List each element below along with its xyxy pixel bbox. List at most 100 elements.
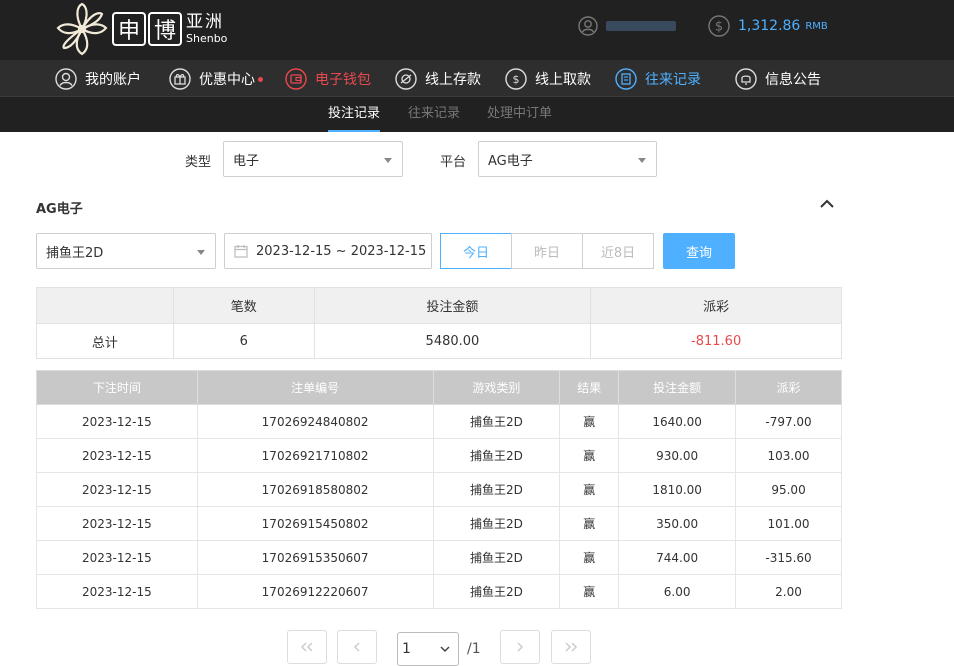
- cell-time: 2023-12-15: [36, 540, 198, 575]
- svg-text:$: $: [513, 73, 520, 86]
- nav-label: 信息公告: [765, 71, 821, 88]
- cell-bet: 1640.00: [618, 404, 737, 439]
- today-button[interactable]: 今日: [440, 233, 512, 269]
- cell-time: 2023-12-15: [36, 574, 198, 609]
- header-bet-time: 下注时间: [36, 370, 198, 405]
- cell-game: 捕鱼王2D: [432, 540, 561, 575]
- logo-text-en: Shenbo: [186, 32, 228, 45]
- game-select[interactable]: 捕鱼王2D: [36, 233, 216, 269]
- page-total: /1: [467, 641, 481, 657]
- query-button[interactable]: 查询: [663, 233, 735, 269]
- cell-payout: 101.00: [735, 506, 842, 541]
- nav-label: 线上取款: [535, 71, 591, 88]
- platform-label: 平台: [440, 155, 467, 170]
- page-select[interactable]: 1: [397, 632, 459, 666]
- bell-icon: [735, 67, 757, 90]
- type-select[interactable]: 电子: [223, 141, 403, 177]
- cell-result: 赢: [559, 404, 620, 439]
- nav-item-promotions[interactable]: 优惠中心: [169, 60, 263, 97]
- summary-row: 总计 6 5480.00 -811.60: [36, 323, 842, 359]
- chevron-down-icon: [197, 250, 205, 255]
- username-masked: [606, 21, 676, 31]
- cell-result: 赢: [559, 506, 620, 541]
- page-select-value: 1: [402, 641, 411, 657]
- balance-display: $ 1,312.86 RMB: [708, 15, 828, 37]
- yesterday-button[interactable]: 昨日: [511, 233, 583, 269]
- balance-amount: 1,312.86: [738, 18, 801, 34]
- platform-select-value: AG电子: [488, 153, 533, 169]
- cell-result: 赢: [559, 438, 620, 473]
- svg-text:$: $: [715, 20, 723, 35]
- bet-records-table: 下注时间 注单编号 游戏类别 结果 投注金额 派彩 2023-12-15 170…: [36, 370, 842, 609]
- table-row: 2023-12-15 17026915450802 捕鱼王2D 赢 350.00…: [36, 506, 842, 541]
- platform-select[interactable]: AG电子: [478, 141, 657, 177]
- cell-id: 17026924840802: [196, 404, 434, 439]
- table-row: 2023-12-15 17026912220607 捕鱼王2D 赢 6.00 2…: [36, 574, 842, 609]
- cell-bet: 744.00: [618, 540, 737, 575]
- cell-payout: -315.60: [735, 540, 842, 575]
- nav-item-e-wallet[interactable]: 电子钱包: [285, 60, 371, 97]
- cell-result: 赢: [559, 574, 620, 609]
- cell-payout: 95.00: [735, 472, 842, 507]
- cell-id: 17026915450802: [196, 506, 434, 541]
- chevron-down-icon: [384, 158, 392, 163]
- site-logo[interactable]: 申 博 亚洲 Shenbo: [54, 2, 227, 56]
- logo-char-1: 申: [112, 12, 146, 46]
- nav-item-online-withdraw[interactable]: $ 线上取款: [505, 60, 591, 97]
- cell-bet: 1810.00: [618, 472, 737, 507]
- nav-item-my-account[interactable]: 我的账户: [55, 60, 141, 97]
- chevron-down-icon: [638, 158, 646, 163]
- chevron-up-icon[interactable]: [818, 197, 836, 211]
- top-header: 申 博 亚洲 Shenbo $ 1,312.86 RMB: [0, 0, 954, 60]
- header-payout: 派彩: [735, 370, 842, 405]
- cell-game: 捕鱼王2D: [432, 438, 561, 473]
- nav-label: 往来记录: [645, 71, 701, 88]
- type-label: 类型: [185, 155, 212, 170]
- dollar-icon: $: [708, 15, 730, 37]
- nav-item-records[interactable]: 往来记录: [615, 60, 701, 97]
- chevron-right-icon: [517, 642, 524, 652]
- balance-unit: RMB: [805, 20, 828, 32]
- tab-bet-records[interactable]: 投注记录: [328, 97, 381, 132]
- table-row: 2023-12-15 17026915350607 捕鱼王2D 赢 744.00…: [36, 540, 842, 575]
- sub-nav: 投注记录 往来记录 处理中订单: [0, 97, 954, 132]
- nav-label: 优惠中心: [199, 69, 263, 89]
- withdraw-icon: $: [505, 67, 527, 90]
- table-row: 2023-12-15 17026924840802 捕鱼王2D 赢 1640.0…: [36, 404, 842, 439]
- chevron-down-icon: [440, 646, 450, 653]
- nav-label-text: 优惠中心: [199, 71, 255, 88]
- detail-header-row: 下注时间 注单编号 游戏类别 结果 投注金额 派彩: [36, 370, 842, 405]
- summary-header-payout: 派彩: [590, 287, 842, 324]
- cell-payout: 2.00: [735, 574, 842, 609]
- nav-item-announcements[interactable]: 信息公告: [735, 60, 821, 97]
- cell-payout: 103.00: [735, 438, 842, 473]
- cell-time: 2023-12-15: [36, 472, 198, 507]
- header-game-type: 游戏类别: [432, 370, 561, 405]
- cell-bet: 350.00: [618, 506, 737, 541]
- nav-item-online-deposit[interactable]: 线上存款: [395, 60, 481, 97]
- summary-table: 笔数 投注金额 派彩 总计 6 5480.00 -811.60: [36, 287, 842, 359]
- summary-header-row: 笔数 投注金额 派彩: [36, 287, 842, 324]
- last-8-days-button[interactable]: 近8日: [582, 233, 654, 269]
- tab-pending-orders[interactable]: 处理中订单: [487, 97, 552, 132]
- header-bet-id: 注单编号: [196, 370, 434, 405]
- table-row: 2023-12-15 17026918580802 捕鱼王2D 赢 1810.0…: [36, 472, 842, 507]
- cell-id: 17026918580802: [196, 472, 434, 507]
- date-range-value: 2023-12-15 ~ 2023-12-15: [256, 243, 427, 259]
- cell-game: 捕鱼王2D: [432, 574, 561, 609]
- summary-header-bet: 投注金额: [313, 287, 592, 324]
- header-result: 结果: [559, 370, 620, 405]
- cell-result: 赢: [559, 472, 620, 507]
- cell-time: 2023-12-15: [36, 438, 198, 473]
- notification-dot: [258, 76, 263, 82]
- summary-bet-total: 5480.00: [313, 323, 592, 359]
- logo-text: 亚洲 Shenbo: [186, 14, 228, 45]
- date-range-picker[interactable]: 2023-12-15 ~ 2023-12-15: [224, 233, 432, 269]
- chevron-left-icon: [353, 642, 360, 652]
- cell-id: 17026915350607: [196, 540, 434, 575]
- user-info[interactable]: [578, 16, 676, 36]
- tab-transaction-records[interactable]: 往来记录: [408, 97, 460, 132]
- summary-header-blank: [36, 287, 174, 324]
- nav-label: 线上存款: [425, 71, 481, 88]
- main-nav: 我的账户 优惠中心 电子钱包 线上存款 $ 线上取款 往来记录 信息公告: [0, 60, 954, 97]
